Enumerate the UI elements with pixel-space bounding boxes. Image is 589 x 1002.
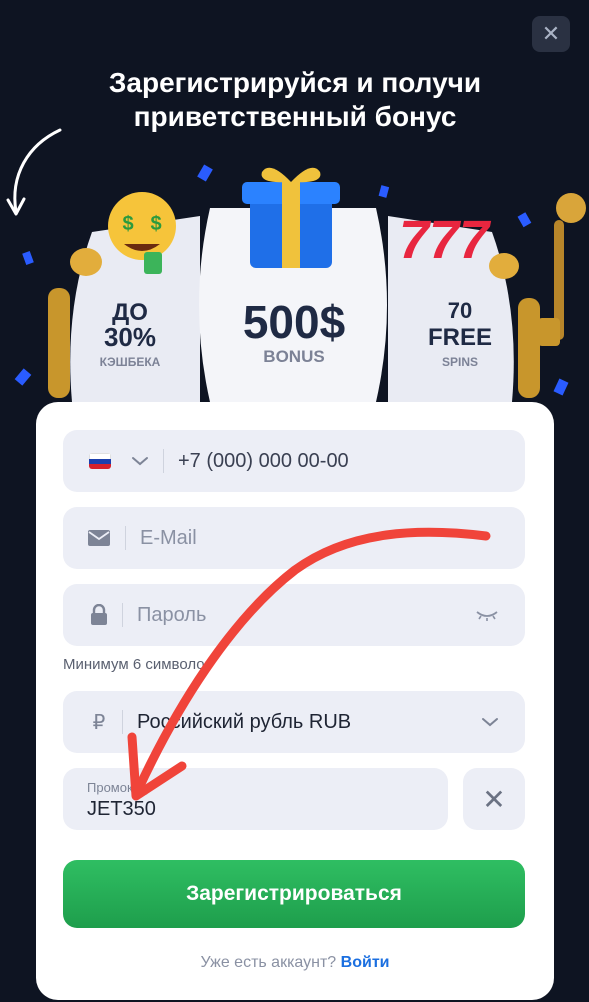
gift-icon <box>242 167 340 268</box>
promo-code-label: Промокод <box>87 780 148 795</box>
login-link[interactable]: Войти <box>341 954 390 971</box>
spins-count: 70 <box>448 298 472 323</box>
spins-label: SPINS <box>442 355 478 369</box>
close-button[interactable]: ✕ <box>532 16 570 52</box>
field-divider <box>122 710 123 734</box>
email-field[interactable]: E-Mail <box>63 507 525 569</box>
spins-free: FREE <box>428 324 492 351</box>
svg-text:$: $ <box>150 213 161 235</box>
close-icon: ✕ <box>541 21 561 46</box>
title-line-1: Зарегистрируйся и получи <box>108 67 482 98</box>
currency-select[interactable]: ₽ Российский рубль RUB <box>63 691 525 753</box>
bonus-banner: ДО 30% КЭШБЕКА 500$ BONUS 70 FREE SPINS … <box>14 164 586 402</box>
lock-icon <box>91 604 107 625</box>
lever-icon <box>538 193 586 346</box>
password-hint: Минимум 6 символов <box>63 656 213 673</box>
eye-closed-icon[interactable] <box>475 609 499 621</box>
password-input[interactable]: Пароль <box>137 604 206 627</box>
close-icon: ✕ <box>482 783 506 815</box>
sevens-icon: 777 <box>399 210 492 270</box>
bonus-label: BONUS <box>263 347 324 366</box>
field-divider <box>125 526 126 550</box>
registration-card: +7 (000) 000 00-00 E-Mail Пароль Минимум… <box>36 402 554 1000</box>
phone-input[interactable]: +7 (000) 000 00-00 <box>178 450 349 473</box>
promo-clear-button[interactable]: ✕ <box>463 768 525 830</box>
email-input[interactable]: E-Mail <box>140 527 197 550</box>
register-button[interactable]: Зарегистрироваться <box>63 860 525 928</box>
cashback-percent: 30% <box>104 322 156 352</box>
password-field[interactable]: Пароль <box>63 584 525 646</box>
title-line-2: приветственный бонус <box>133 101 457 132</box>
phone-field[interactable]: +7 (000) 000 00-00 <box>63 430 525 492</box>
login-prompt-text: Уже есть аккаунт? <box>200 954 337 971</box>
login-prompt-row: Уже есть аккаунт? Войти <box>36 954 554 972</box>
svg-text:777: 777 <box>399 210 492 270</box>
page-title: Зарегистрируйся и получи приветственный … <box>60 66 530 134</box>
cashback-label: КЭШБЕКА <box>100 355 161 369</box>
ruble-icon: ₽ <box>92 711 106 734</box>
field-divider <box>122 603 123 627</box>
chevron-down-icon[interactable] <box>131 455 149 467</box>
envelope-icon <box>88 530 110 546</box>
field-divider <box>163 449 164 473</box>
bonus-amount: 500$ <box>243 296 345 348</box>
chevron-down-icon[interactable] <box>481 716 499 728</box>
promo-code-field[interactable]: Промокод JET350 <box>63 768 448 830</box>
promo-code-input[interactable]: JET350 <box>87 798 156 821</box>
svg-text:$: $ <box>122 213 133 235</box>
currency-value: Российский рубль RUB <box>137 710 352 733</box>
russia-flag-icon[interactable] <box>89 453 111 469</box>
